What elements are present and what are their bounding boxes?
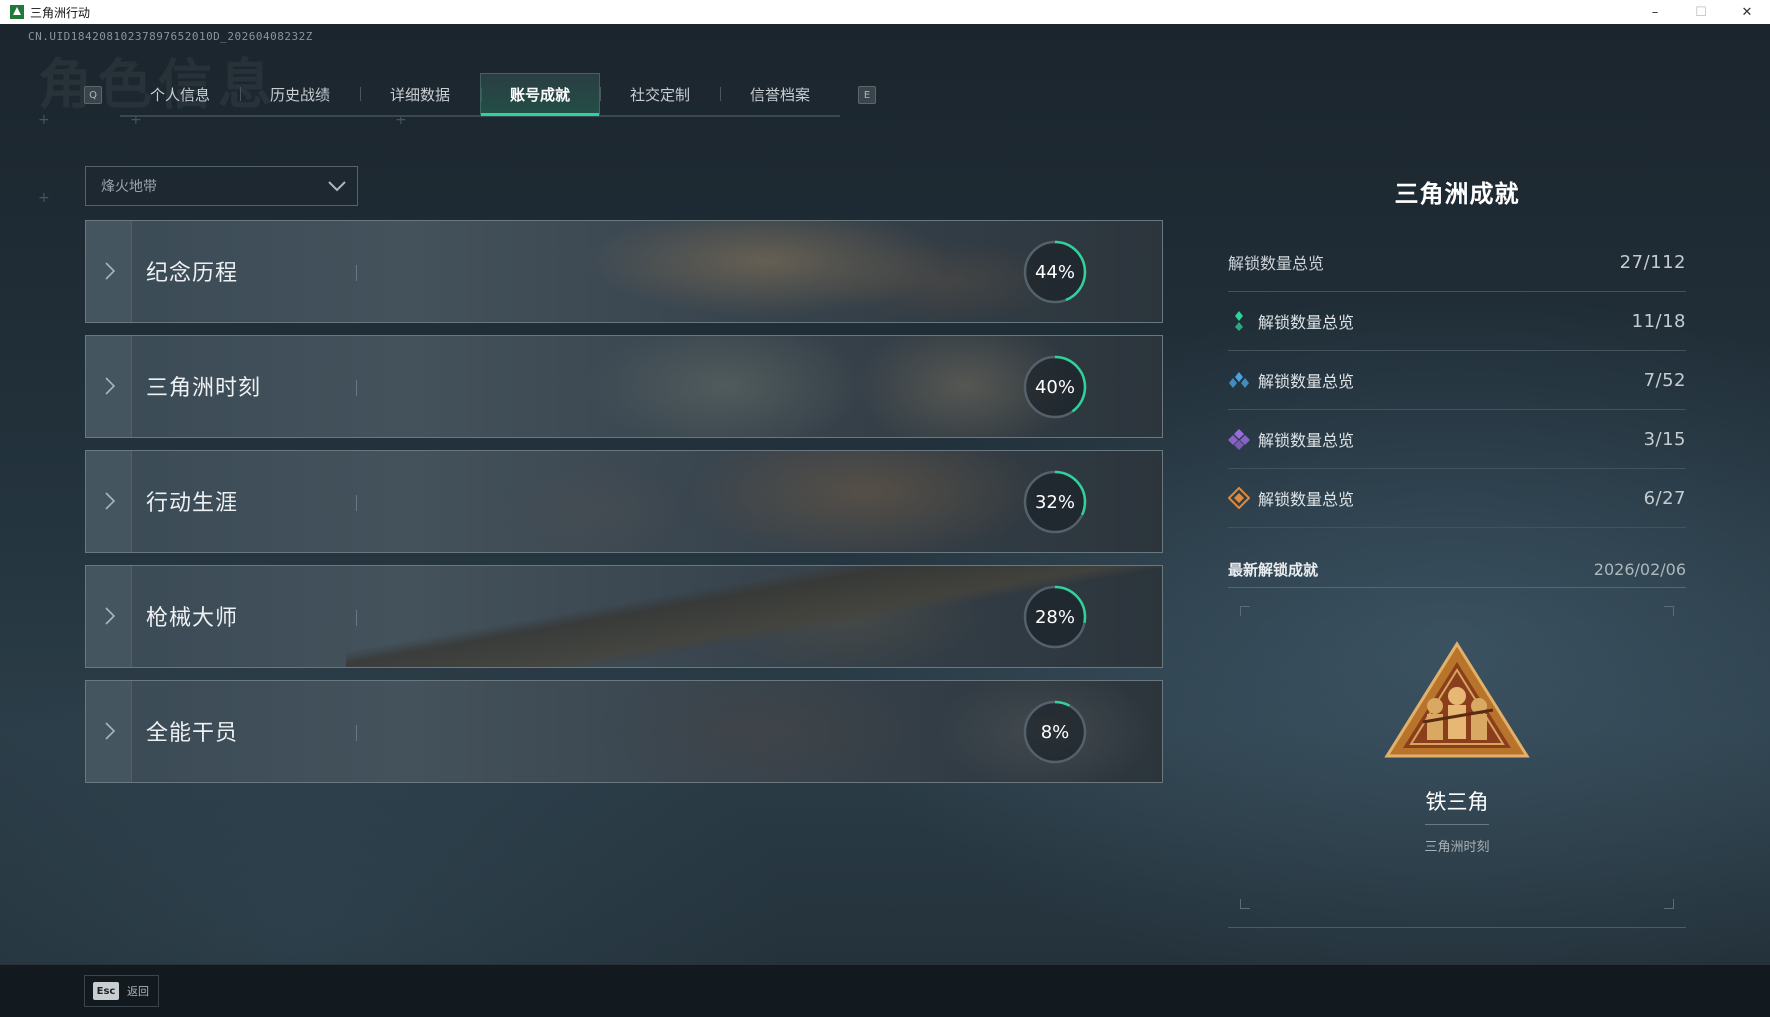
summary-row-value: 3/15 xyxy=(1643,428,1686,450)
tab-5[interactable]: 社交定制 xyxy=(600,73,720,115)
latest-achievement-category: 三角洲时刻 xyxy=(1424,840,1490,855)
latest-achievement-card[interactable]: 铁三角 三角洲时刻 xyxy=(1228,588,1686,928)
player-uid: CN.UID18420810237897652010D_20260408232Z xyxy=(28,30,313,43)
chevron-right-icon xyxy=(105,262,116,280)
mode-select-value: 烽火地带 xyxy=(101,179,157,195)
orange-tier-icon xyxy=(1228,487,1250,509)
summary-row-label: 解锁数量总览 xyxy=(1258,372,1355,391)
back-button-label: 返回 xyxy=(127,985,149,998)
category-progress-percent: 40% xyxy=(1034,376,1075,398)
blue-tier-icon xyxy=(1229,372,1249,388)
summary-tier-row: 解锁数量总览 7/52 xyxy=(1228,351,1686,410)
card-corner-decoration xyxy=(1240,899,1250,909)
purple-tier-icon xyxy=(1228,429,1250,450)
summary-title: 三角洲成就 xyxy=(1394,180,1520,208)
summary-row-value: 7/52 xyxy=(1643,369,1686,391)
latest-achievement-label: 最新解锁成就 xyxy=(1228,561,1319,579)
chevron-right-icon xyxy=(105,377,116,395)
back-button[interactable]: Esc 返回 xyxy=(84,975,159,1007)
row-divider xyxy=(356,610,357,626)
achievement-name-divider xyxy=(1425,824,1489,825)
tab-1[interactable]: 个人信息 xyxy=(120,73,240,115)
tab-3[interactable]: 详细数据 xyxy=(360,73,480,115)
achievement-category-row[interactable]: 行动生涯 32% xyxy=(85,450,1163,553)
latest-achievement-date: 2026/02/06 xyxy=(1593,560,1686,579)
chevron-right-icon xyxy=(105,607,116,625)
latest-achievement-name: 铁三角 xyxy=(1425,790,1489,814)
window-titlebar: 三角洲行动 – ☐ ✕ xyxy=(0,0,1770,24)
app-logo-icon xyxy=(10,5,24,19)
chevron-right-icon xyxy=(105,722,116,740)
esc-key-hint: Esc xyxy=(93,982,119,1000)
close-button[interactable]: ✕ xyxy=(1724,0,1770,24)
achievement-category-list: 纪念历程 44% 三角洲时刻 40% 行动生涯 32% 枪械大师 28% 全能干员 8% xyxy=(85,220,1163,795)
summary-row-label: 解锁数量总览 xyxy=(1258,490,1355,509)
category-progress-percent: 32% xyxy=(1034,491,1075,513)
row-divider xyxy=(356,380,357,396)
achievement-summary-panel: 三角洲成就 解锁数量总览 27/112 解锁数量总览 11/18 解锁数量总览 7/52 解… xyxy=(1228,174,1686,928)
tab-6[interactable]: 信誉档案 xyxy=(720,73,840,115)
achievement-category-row[interactable]: 全能干员 8% xyxy=(85,680,1163,783)
category-name: 三角洲时刻 xyxy=(146,376,262,401)
achievement-category-row[interactable]: 纪念历程 44% xyxy=(85,220,1163,323)
summary-row-value: 27/112 xyxy=(1619,251,1686,273)
main-area: 角色信息 CN.UID18420810237897652010D_2026040… xyxy=(0,24,1770,964)
chevron-right-icon xyxy=(105,492,116,510)
latest-achievement-header: 最新解锁成就 2026/02/06 xyxy=(1228,552,1686,588)
card-corner-decoration xyxy=(1240,606,1250,616)
category-name: 全能干员 xyxy=(146,721,239,746)
category-name: 纪念历程 xyxy=(146,261,239,286)
prev-tab-key-hint[interactable]: Q xyxy=(84,86,102,104)
tab-bar: Q 个人信息 历史战绩 详细数据 账号成就 社交定制 信誉档案 E xyxy=(84,73,876,117)
summary-tier-row: 解锁数量总览 11/18 xyxy=(1228,292,1686,351)
achievement-badge-icon xyxy=(1384,641,1530,758)
achievement-category-row[interactable]: 三角洲时刻 40% xyxy=(85,335,1163,438)
crosshair-decoration-icon: + xyxy=(38,190,50,206)
tab-2[interactable]: 历史战绩 xyxy=(240,73,360,115)
summary-row-label: 解锁数量总览 xyxy=(1258,313,1355,332)
summary-tier-row: 解锁数量总览 3/15 xyxy=(1228,410,1686,469)
row-divider xyxy=(356,265,357,281)
minimize-button[interactable]: – xyxy=(1632,0,1678,24)
summary-tier-row: 解锁数量总览 6/27 xyxy=(1228,469,1686,528)
crosshair-decoration-icon: + xyxy=(38,112,50,128)
mode-select-dropdown[interactable]: 烽火地带 xyxy=(85,166,358,206)
next-tab-key-hint[interactable]: E xyxy=(858,86,876,104)
summary-row-label: 解锁数量总览 xyxy=(1228,254,1325,273)
category-name: 枪械大师 xyxy=(146,606,239,631)
tab-4[interactable]: 账号成就 xyxy=(480,73,600,116)
chevron-down-icon xyxy=(328,181,346,192)
category-progress-percent: 8% xyxy=(1040,721,1070,743)
category-progress-percent: 28% xyxy=(1034,606,1075,628)
bottom-bar: Esc 返回 xyxy=(0,964,1770,1017)
maximize-button[interactable]: ☐ xyxy=(1678,0,1724,24)
summary-row-label: 解锁数量总览 xyxy=(1258,431,1355,450)
window-title: 三角洲行动 xyxy=(30,5,91,20)
green-tier-icon xyxy=(1235,311,1243,331)
card-corner-decoration xyxy=(1664,606,1674,616)
row-divider xyxy=(356,725,357,741)
summary-total-row: 解锁数量总览 27/112 xyxy=(1228,233,1686,292)
row-divider xyxy=(356,495,357,511)
achievement-category-row[interactable]: 枪械大师 28% xyxy=(85,565,1163,668)
card-corner-decoration xyxy=(1664,899,1674,909)
summary-row-value: 6/27 xyxy=(1643,487,1686,509)
category-name: 行动生涯 xyxy=(146,491,239,516)
summary-row-value: 11/18 xyxy=(1631,310,1686,332)
category-progress-percent: 44% xyxy=(1034,261,1075,283)
